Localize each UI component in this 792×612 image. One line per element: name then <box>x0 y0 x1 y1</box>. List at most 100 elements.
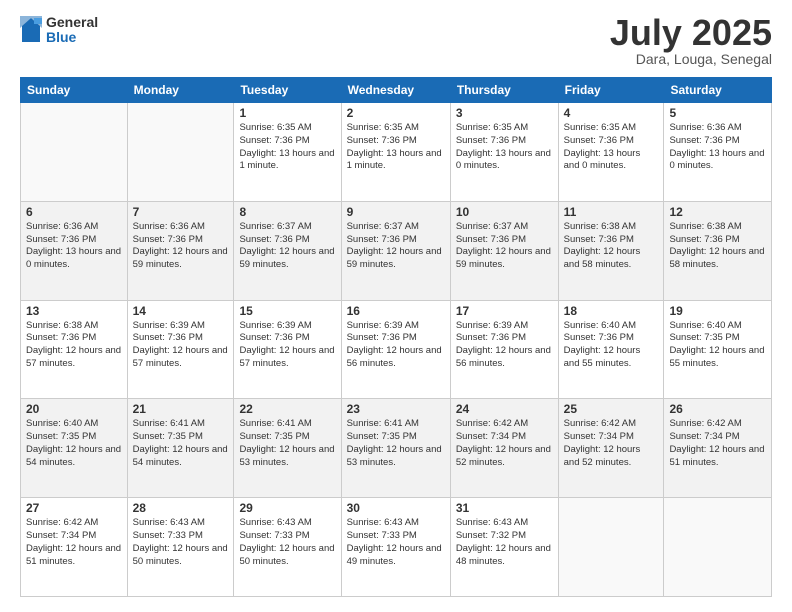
calendar-cell: 20Sunrise: 6:40 AM Sunset: 7:35 PM Dayli… <box>21 399 128 498</box>
week-row-3: 13Sunrise: 6:38 AM Sunset: 7:36 PM Dayli… <box>21 300 772 399</box>
day-header-sunday: Sunday <box>21 78 128 103</box>
day-number: 27 <box>26 501 122 515</box>
day-info: Sunrise: 6:43 AM Sunset: 7:32 PM Dayligh… <box>456 517 553 568</box>
calendar-cell <box>664 498 772 597</box>
day-info: Sunrise: 6:39 AM Sunset: 7:36 PM Dayligh… <box>456 320 553 371</box>
logo-general-text: General <box>46 15 98 30</box>
day-number: 30 <box>347 501 445 515</box>
day-info: Sunrise: 6:43 AM Sunset: 7:33 PM Dayligh… <box>239 517 335 568</box>
week-row-1: 1Sunrise: 6:35 AM Sunset: 7:36 PM Daylig… <box>21 103 772 202</box>
day-number: 2 <box>347 106 445 120</box>
day-number: 9 <box>347 205 445 219</box>
day-info: Sunrise: 6:39 AM Sunset: 7:36 PM Dayligh… <box>239 320 335 371</box>
day-info: Sunrise: 6:42 AM Sunset: 7:34 PM Dayligh… <box>456 418 553 469</box>
calendar-cell: 14 Sunrise: 6:39 AM Sunset: 7:36 PM Dayli… <box>127 300 234 399</box>
day-info: Sunrise: 6:35 AM Sunset: 7:36 PM Dayligh… <box>564 122 659 173</box>
calendar-cell <box>558 498 664 597</box>
day-number: 16 <box>347 304 445 318</box>
day-header-wednesday: Wednesday <box>341 78 450 103</box>
calendar-cell: 1Sunrise: 6:35 AM Sunset: 7:36 PM Daylig… <box>234 103 341 202</box>
calendar-cell: 6 Sunrise: 6:36 AM Sunset: 7:36 PM Daylig… <box>21 201 128 300</box>
calendar-cell: 18 Sunrise: 6:40 AM Sunset: 7:36 PM Dayli… <box>558 300 664 399</box>
calendar-cell: 3 Sunrise: 6:35 AM Sunset: 7:36 PM Daylig… <box>450 103 558 202</box>
day-info: Sunrise: 6:38 AM Sunset: 7:36 PM Dayligh… <box>669 221 766 272</box>
logo-text: General Blue <box>46 15 98 46</box>
calendar: SundayMondayTuesdayWednesdayThursdayFrid… <box>20 77 772 597</box>
calendar-cell: 31Sunrise: 6:43 AM Sunset: 7:32 PM Dayli… <box>450 498 558 597</box>
day-info: Sunrise: 6:43 AM Sunset: 7:33 PM Dayligh… <box>347 517 445 568</box>
day-number: 19 <box>669 304 766 318</box>
day-number: 23 <box>347 402 445 416</box>
page: General Blue July 2025 Dara, Louga, Sene… <box>0 0 792 612</box>
day-number: 4 <box>564 106 659 120</box>
day-info: Sunrise: 6:36 AM Sunset: 7:36 PM Dayligh… <box>669 122 766 173</box>
day-info: Sunrise: 6:35 AM Sunset: 7:36 PM Dayligh… <box>456 122 553 173</box>
calendar-cell: 5 Sunrise: 6:36 AM Sunset: 7:36 PM Daylig… <box>664 103 772 202</box>
title-section: July 2025 Dara, Louga, Senegal <box>610 15 772 67</box>
day-info: Sunrise: 6:40 AM Sunset: 7:35 PM Dayligh… <box>26 418 122 469</box>
day-info: Sunrise: 6:36 AM Sunset: 7:36 PM Dayligh… <box>26 221 122 272</box>
logo: General Blue <box>20 15 98 46</box>
day-header-monday: Monday <box>127 78 234 103</box>
day-info: Sunrise: 6:38 AM Sunset: 7:36 PM Dayligh… <box>564 221 659 272</box>
day-info: Sunrise: 6:43 AM Sunset: 7:33 PM Dayligh… <box>133 517 229 568</box>
day-number: 6 <box>26 205 122 219</box>
day-header-saturday: Saturday <box>664 78 772 103</box>
day-info: Sunrise: 6:37 AM Sunset: 7:36 PM Dayligh… <box>456 221 553 272</box>
calendar-cell: 12 Sunrise: 6:38 AM Sunset: 7:36 PM Dayli… <box>664 201 772 300</box>
day-number: 21 <box>133 402 229 416</box>
day-number: 17 <box>456 304 553 318</box>
day-number: 10 <box>456 205 553 219</box>
day-number: 12 <box>669 205 766 219</box>
day-number: 15 <box>239 304 335 318</box>
calendar-cell <box>21 103 128 202</box>
calendar-cell: 25Sunrise: 6:42 AM Sunset: 7:34 PM Dayli… <box>558 399 664 498</box>
day-info: Sunrise: 6:41 AM Sunset: 7:35 PM Dayligh… <box>133 418 229 469</box>
day-info: Sunrise: 6:39 AM Sunset: 7:36 PM Dayligh… <box>133 320 229 371</box>
calendar-cell: 22Sunrise: 6:41 AM Sunset: 7:35 PM Dayli… <box>234 399 341 498</box>
calendar-cell: 4 Sunrise: 6:35 AM Sunset: 7:36 PM Daylig… <box>558 103 664 202</box>
day-number: 7 <box>133 205 229 219</box>
calendar-cell: 19Sunrise: 6:40 AM Sunset: 7:35 PM Dayli… <box>664 300 772 399</box>
calendar-cell: 23Sunrise: 6:41 AM Sunset: 7:35 PM Dayli… <box>341 399 450 498</box>
day-header-friday: Friday <box>558 78 664 103</box>
day-info: Sunrise: 6:35 AM Sunset: 7:36 PM Dayligh… <box>347 122 445 173</box>
day-number: 5 <box>669 106 766 120</box>
day-info: Sunrise: 6:38 AM Sunset: 7:36 PM Dayligh… <box>26 320 122 371</box>
day-info: Sunrise: 6:37 AM Sunset: 7:36 PM Dayligh… <box>347 221 445 272</box>
month-title: July 2025 <box>610 15 772 51</box>
calendar-cell: 21 Sunrise: 6:41 AM Sunset: 7:35 PM Dayli… <box>127 399 234 498</box>
calendar-cell: 26 Sunrise: 6:42 AM Sunset: 7:34 PM Dayli… <box>664 399 772 498</box>
day-number: 22 <box>239 402 335 416</box>
calendar-cell: 28 Sunrise: 6:43 AM Sunset: 7:33 PM Dayli… <box>127 498 234 597</box>
day-number: 3 <box>456 106 553 120</box>
calendar-cell: 10 Sunrise: 6:37 AM Sunset: 7:36 PM Dayli… <box>450 201 558 300</box>
week-row-5: 27 Sunrise: 6:42 AM Sunset: 7:34 PM Dayli… <box>21 498 772 597</box>
calendar-cell: 27 Sunrise: 6:42 AM Sunset: 7:34 PM Dayli… <box>21 498 128 597</box>
calendar-cell: 8Sunrise: 6:37 AM Sunset: 7:36 PM Daylig… <box>234 201 341 300</box>
day-number: 14 <box>133 304 229 318</box>
day-info: Sunrise: 6:40 AM Sunset: 7:36 PM Dayligh… <box>564 320 659 371</box>
calendar-cell: 16 Sunrise: 6:39 AM Sunset: 7:36 PM Dayli… <box>341 300 450 399</box>
day-info: Sunrise: 6:39 AM Sunset: 7:36 PM Dayligh… <box>347 320 445 371</box>
location: Dara, Louga, Senegal <box>610 51 772 67</box>
calendar-cell: 29 Sunrise: 6:43 AM Sunset: 7:33 PM Dayli… <box>234 498 341 597</box>
day-number: 29 <box>239 501 335 515</box>
day-number: 18 <box>564 304 659 318</box>
week-row-4: 20Sunrise: 6:40 AM Sunset: 7:35 PM Dayli… <box>21 399 772 498</box>
calendar-cell: 7Sunrise: 6:36 AM Sunset: 7:36 PM Daylig… <box>127 201 234 300</box>
day-number: 28 <box>133 501 229 515</box>
day-number: 26 <box>669 402 766 416</box>
day-number: 25 <box>564 402 659 416</box>
week-row-2: 6 Sunrise: 6:36 AM Sunset: 7:36 PM Daylig… <box>21 201 772 300</box>
day-info: Sunrise: 6:35 AM Sunset: 7:36 PM Dayligh… <box>239 122 335 173</box>
day-number: 8 <box>239 205 335 219</box>
calendar-cell: 24Sunrise: 6:42 AM Sunset: 7:34 PM Dayli… <box>450 399 558 498</box>
header-row: SundayMondayTuesdayWednesdayThursdayFrid… <box>21 78 772 103</box>
calendar-cell: 13Sunrise: 6:38 AM Sunset: 7:36 PM Dayli… <box>21 300 128 399</box>
calendar-cell: 15 Sunrise: 6:39 AM Sunset: 7:36 PM Dayli… <box>234 300 341 399</box>
logo-blue-text: Blue <box>46 30 98 45</box>
day-info: Sunrise: 6:42 AM Sunset: 7:34 PM Dayligh… <box>26 517 122 568</box>
day-info: Sunrise: 6:42 AM Sunset: 7:34 PM Dayligh… <box>669 418 766 469</box>
calendar-cell: 30 Sunrise: 6:43 AM Sunset: 7:33 PM Dayli… <box>341 498 450 597</box>
